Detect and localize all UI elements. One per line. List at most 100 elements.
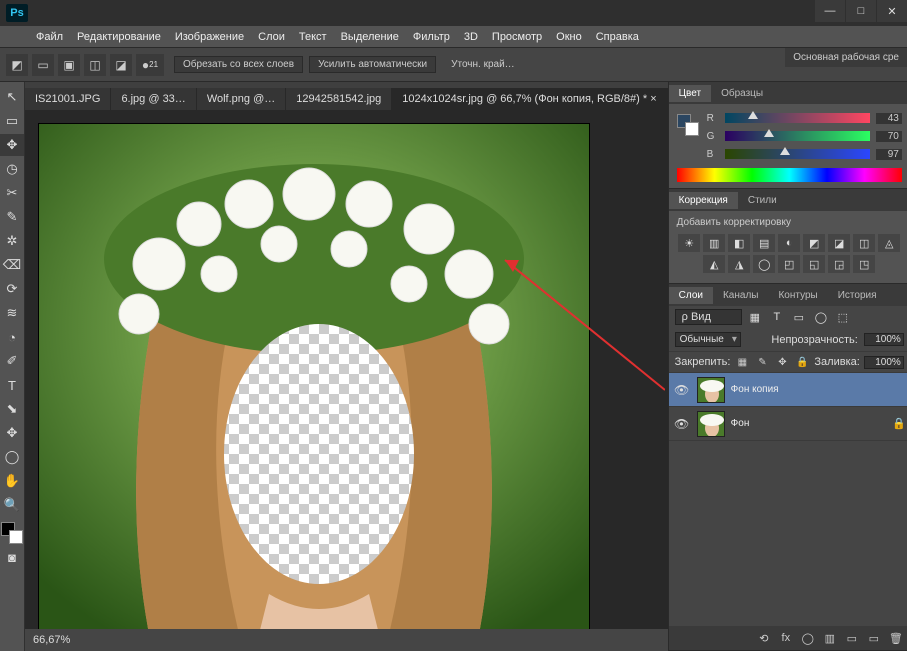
shape-tool-icon[interactable]: ◯	[0, 446, 24, 468]
new-group-icon[interactable]: ▭	[842, 629, 862, 647]
new-layer-icon[interactable]: ▭	[864, 629, 884, 647]
opt-icon-1[interactable]: ▭	[32, 54, 54, 76]
adj-colorbalance-icon[interactable]: ◪	[828, 234, 850, 252]
adj-curves-icon[interactable]: ◧	[728, 234, 750, 252]
visibility-toggle-icon[interactable]: 👁	[673, 383, 691, 397]
lock-position-icon[interactable]: ✥	[774, 354, 790, 370]
adj-brightness-icon[interactable]: ☀	[678, 234, 700, 252]
menu-select[interactable]: Выделение	[341, 31, 399, 43]
maximize-button[interactable]: □	[846, 0, 876, 22]
adj-channel-mixer-icon[interactable]: ◭	[703, 255, 725, 273]
refine-edge-button[interactable]: Уточн. край…	[442, 56, 524, 73]
quick-select-tool-icon[interactable]: ◷	[0, 158, 24, 180]
eyedropper-tool-icon[interactable]: ✎	[0, 206, 24, 228]
menu-help[interactable]: Справка	[596, 31, 639, 43]
brush-tool-icon[interactable]: ⌫	[0, 254, 24, 276]
tab-1[interactable]: 6.jpg @ 33…	[111, 88, 196, 110]
menu-image[interactable]: Изображение	[175, 31, 244, 43]
adj-selective-color-icon[interactable]: ◳	[853, 255, 875, 273]
quick-mask-icon[interactable]: ◙	[0, 546, 24, 568]
layer-thumb[interactable]	[697, 377, 725, 403]
adj-posterize-icon[interactable]: ◰	[778, 255, 800, 273]
menu-filter[interactable]: Фильтр	[413, 31, 450, 43]
filter-shape-icon[interactable]: ◯	[812, 308, 830, 326]
type-tool-icon[interactable]: T	[0, 374, 24, 396]
menu-text[interactable]: Текст	[299, 31, 327, 43]
brush-size-icon[interactable]: ●21	[136, 54, 164, 76]
stamp-tool-icon[interactable]: ⟳	[0, 278, 24, 300]
tab-channels[interactable]: Каналы	[713, 287, 769, 304]
opacity-field[interactable]: 100%	[864, 333, 904, 346]
lock-transparency-icon[interactable]: ▦	[734, 354, 750, 370]
lock-pixels-icon[interactable]: ✎	[754, 354, 770, 370]
tool-preset-icon[interactable]: ◩	[6, 54, 28, 76]
eraser-tool-icon[interactable]: ◔	[0, 326, 24, 348]
tab-adjustments[interactable]: Коррекция	[669, 192, 738, 209]
hand-tool-icon[interactable]: ✋	[0, 470, 24, 492]
tab-color[interactable]: Цвет	[669, 85, 711, 102]
marquee-tool-icon[interactable]: ▭	[0, 110, 24, 132]
fx-icon[interactable]: fx	[776, 629, 796, 647]
layer-row-0[interactable]: 👁 Фон копия	[669, 373, 907, 407]
menu-layers[interactable]: Слои	[258, 31, 285, 43]
opt-icon-2[interactable]: ▣	[58, 54, 80, 76]
fill-field[interactable]: 100%	[864, 356, 904, 369]
canvas[interactable]	[39, 124, 589, 629]
mask-icon[interactable]: ◯	[798, 629, 818, 647]
history-brush-tool-icon[interactable]: ≋	[0, 302, 24, 324]
adj-exposure-icon[interactable]: ▤	[753, 234, 775, 252]
adj-threshold-icon[interactable]: ◱	[803, 255, 825, 273]
filter-smart-icon[interactable]: ⬚	[834, 308, 852, 326]
tab-layers[interactable]: Слои	[669, 287, 713, 304]
adj-gradient-map-icon[interactable]: ◲	[828, 255, 850, 273]
hue-strip[interactable]	[677, 168, 902, 182]
crop-tool-icon[interactable]: ✂	[0, 182, 24, 204]
color-swatch[interactable]	[1, 522, 23, 544]
adj-levels-icon[interactable]: ▥	[703, 234, 725, 252]
adj-vibrance-icon[interactable]: ◐	[778, 234, 800, 252]
menu-window[interactable]: Окно	[556, 31, 582, 43]
slider-g[interactable]: G 70	[707, 128, 902, 144]
filter-adjust-icon[interactable]: T	[768, 308, 786, 326]
adj-photo-filter-icon[interactable]: ◬	[878, 234, 900, 252]
minimize-button[interactable]: —	[815, 0, 845, 22]
tab-2[interactable]: Wolf.png @…	[197, 88, 286, 110]
filter-pixel-icon[interactable]: ▦	[746, 308, 764, 326]
filter-type-icon[interactable]: ▭	[790, 308, 808, 326]
tab-swatches[interactable]: Образцы	[711, 85, 773, 102]
opt-icon-4[interactable]: ◪	[110, 54, 132, 76]
layer-filter-dropdown[interactable]: ρ Вид	[675, 309, 742, 325]
menu-file[interactable]: Файл	[36, 31, 63, 43]
tab-paths[interactable]: Контуры	[768, 287, 827, 304]
sample-all-layers-button[interactable]: Обрезать со всех слоев	[174, 56, 303, 73]
path-select-tool-icon[interactable]: ✥	[0, 422, 24, 444]
lock-all-icon[interactable]: 🔒	[794, 354, 810, 370]
adj-color-lookup-icon[interactable]: ◮	[728, 255, 750, 273]
layer-row-1[interactable]: 👁 Фон 🔒	[669, 407, 907, 441]
tab-0[interactable]: IS21001.JPG	[25, 88, 111, 110]
pen-tool-icon[interactable]: ⬊	[0, 398, 24, 420]
slider-r[interactable]: R 43	[707, 110, 902, 126]
heal-tool-icon[interactable]: ✲	[0, 230, 24, 252]
blend-mode-dropdown[interactable]: Обычные	[675, 332, 741, 347]
panel-color-swatch[interactable]	[677, 114, 699, 136]
close-button[interactable]: ✕	[877, 0, 907, 22]
move-tool-icon[interactable]: ↖	[0, 86, 24, 108]
lasso-tool-icon[interactable]: ✥	[0, 134, 24, 156]
adj-invert-icon[interactable]: ◯	[753, 255, 775, 273]
adj-bw-icon[interactable]: ◫	[853, 234, 875, 252]
opt-icon-3[interactable]: ◫	[84, 54, 106, 76]
auto-enhance-button[interactable]: Усилить автоматически	[309, 56, 436, 73]
slider-b[interactable]: B 97	[707, 146, 902, 162]
zoom-tool-icon[interactable]: 🔍	[0, 494, 24, 516]
menu-3d[interactable]: 3D	[464, 31, 478, 43]
workspace-switcher[interactable]: Основная рабочая сре	[785, 48, 907, 67]
gradient-tool-icon[interactable]: ✐	[0, 350, 24, 372]
tab-3[interactable]: 12942581542.jpg	[286, 88, 392, 110]
link-layers-icon[interactable]: ⟲	[754, 629, 774, 647]
new-fill-icon[interactable]: ▥	[820, 629, 840, 647]
tab-4[interactable]: 1024x1024sr.jpg @ 66,7% (Фон копия, RGB/…	[392, 88, 667, 110]
trash-icon[interactable]: 🗑	[886, 629, 906, 647]
menu-edit[interactable]: Редактирование	[77, 31, 161, 43]
zoom-level[interactable]: 66,67%	[33, 634, 70, 646]
